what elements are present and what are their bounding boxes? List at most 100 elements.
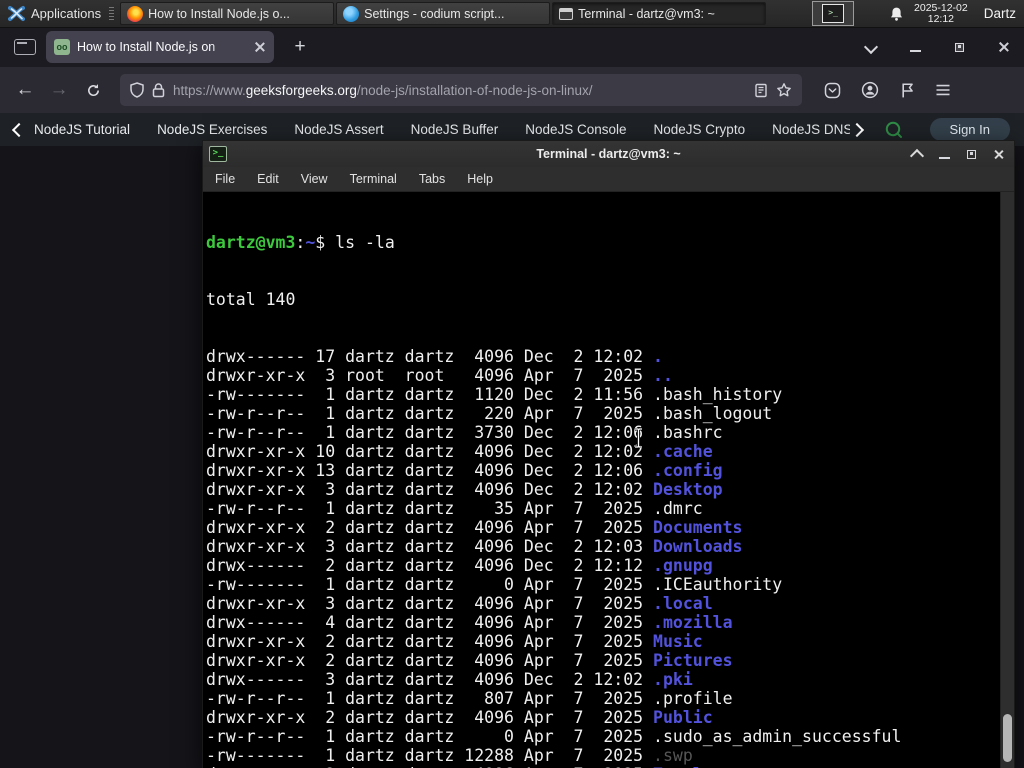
maximize-icon[interactable] [967, 149, 976, 159]
file-name: .profile [653, 689, 733, 708]
file-meta: -rw------- 1 dartz dartz 0 Apr 7 2025 [206, 575, 654, 594]
new-tab-button[interactable]: + [288, 36, 312, 58]
file-meta: -rw-r--r-- 1 dartz dartz 807 Apr 7 2025 [206, 689, 654, 708]
file-meta: drwxr-xr-x 2 dartz dartz 4096 Apr 7 2025 [206, 651, 654, 670]
file-row: -rw-r--r-- 1 dartz dartz 220 Apr 7 2025 … [206, 404, 998, 423]
browser-tab-active[interactable]: oo How to Install Node.js on [46, 31, 274, 63]
gfg-nav-link[interactable]: NodeJS Buffer [411, 122, 499, 137]
menu-file[interactable]: File [215, 172, 235, 186]
file-meta: -rw------- 1 dartz dartz 1120 Dec 2 11:5… [206, 385, 654, 404]
file-meta: drwxr-xr-x 3 dartz dartz 4096 Dec 2 12:0… [206, 537, 654, 556]
file-row: drwxr-xr-x 3 root root 4096 Apr 7 2025 .… [206, 366, 998, 385]
clock[interactable]: 2025-12-02 12:12 [914, 1, 968, 25]
back-icon[interactable]: ← [10, 79, 40, 101]
file-row: -rw-r--r-- 1 dartz dartz 35 Apr 7 2025 .… [206, 499, 998, 518]
ibeam-cursor [633, 427, 644, 453]
list-tabs-chevron-icon[interactable] [863, 39, 879, 55]
terminal-scrollbar[interactable] [1000, 192, 1014, 768]
menu-help[interactable]: Help [467, 172, 493, 186]
gfg-nav-link[interactable]: NodeJS DNS [772, 122, 849, 137]
url-bar[interactable]: https://www.geeksforgeeks.org/node-js/in… [120, 74, 802, 106]
reader-mode-icon[interactable] [754, 83, 768, 98]
shade-window-icon[interactable] [909, 148, 925, 164]
terminal-icon: >_ [822, 4, 845, 23]
scrollbar-thumb[interactable] [1003, 714, 1012, 762]
gfg-nav-link[interactable]: NodeJS Crypto [654, 122, 746, 137]
lock-icon[interactable] [152, 82, 165, 98]
file-meta: drwxr-xr-x 3 dartz dartz 4096 Apr 7 2025 [206, 594, 654, 613]
applications-label: Applications [31, 6, 102, 21]
tab-close-icon[interactable] [254, 41, 266, 53]
account-icon[interactable] [861, 81, 879, 99]
user-menu[interactable]: Dartz [978, 6, 1016, 21]
file-name: .config [653, 461, 723, 480]
taskbar-window-button[interactable]: Settings - codium script... [336, 2, 551, 25]
search-icon[interactable] [884, 120, 904, 140]
shield-icon[interactable] [130, 82, 144, 98]
file-name: .gnupg [653, 556, 713, 575]
file-row: drwxr-xr-x 10 dartz dartz 4096 Dec 2 12:… [206, 442, 998, 461]
gfg-nav-link[interactable]: NodeJS Tutorial [34, 122, 130, 137]
prompt-line: dartz@vm3:~$ ls -la [206, 233, 395, 252]
menu-view[interactable]: View [301, 172, 328, 186]
file-row: -rw-r--r-- 1 dartz dartz 807 Apr 7 2025 … [206, 689, 998, 708]
applications-menu-button[interactable]: Applications [0, 0, 109, 27]
xubuntu-logo-icon [8, 5, 25, 22]
file-meta: drwx------ 2 dartz dartz 4096 Dec 2 12:1… [206, 556, 654, 575]
file-meta: drwx------ 17 dartz dartz 4096 Dec 2 12:… [206, 347, 654, 366]
file-row: drwx------ 4 dartz dartz 4096 Apr 7 2025… [206, 613, 998, 632]
file-row: drwxr-xr-x 2 dartz dartz 4096 Apr 7 2025… [206, 632, 998, 651]
tab-title: How to Install Node.js on [77, 40, 216, 54]
extensions-icon[interactable] [899, 82, 915, 99]
command-text: ls -la [335, 233, 395, 252]
file-row: drwxr-xr-x 2 dartz dartz 4096 Apr 7 2025… [206, 708, 998, 727]
menu-icon[interactable] [935, 83, 951, 97]
terminal-menubar: File Edit View Terminal Tabs Help [203, 167, 1014, 192]
taskbar-window-button[interactable]: Terminal - dartz@vm3: ~ [552, 2, 767, 25]
file-row: -rw------- 1 dartz dartz 12288 Apr 7 202… [206, 746, 998, 765]
panel-grip [109, 6, 115, 21]
pocket-icon[interactable] [824, 82, 841, 99]
terminal-output[interactable]: dartz@vm3:~$ ls -la total 140 drwx------… [203, 192, 1014, 768]
chevron-right-icon[interactable] [849, 122, 864, 137]
menu-edit[interactable]: Edit [257, 172, 279, 186]
file-name: .dmrc [653, 499, 703, 518]
forward-icon[interactable]: → [44, 79, 74, 101]
file-meta: -rw------- 1 dartz dartz 12288 Apr 7 202… [206, 746, 654, 765]
chevron-left-icon[interactable] [11, 122, 27, 137]
file-name: .bashrc [653, 423, 723, 442]
close-icon[interactable] [993, 149, 1004, 160]
file-meta: drwxr-xr-x 2 dartz dartz 4096 Apr 7 2025 [206, 708, 654, 727]
clock-date: 2025-12-02 [914, 1, 968, 14]
gfg-nav-link[interactable]: NodeJS Console [525, 122, 626, 137]
url-text: https://www.geeksforgeeks.org/node-js/in… [173, 82, 593, 98]
file-name: Public [653, 708, 713, 727]
bookmark-star-icon[interactable] [776, 82, 792, 98]
terminal-titlebar[interactable]: >_ Terminal - dartz@vm3: ~ [203, 141, 1014, 167]
menu-tabs[interactable]: Tabs [419, 172, 445, 186]
file-meta: -rw-r--r-- 1 dartz dartz 0 Apr 7 2025 [206, 727, 654, 746]
gfg-nav-link[interactable]: NodeJS Assert [294, 122, 383, 137]
file-row: drwx------ 3 dartz dartz 4096 Dec 2 12:0… [206, 670, 998, 689]
window-close-icon[interactable] [998, 41, 1010, 53]
minimize-icon[interactable] [939, 157, 950, 159]
prompt-user-host: dartz@vm3 [206, 233, 296, 252]
prompt-cwd: ~ [305, 233, 316, 252]
gfg-nav-link[interactable]: NodeJS Exercises [157, 122, 267, 137]
taskbar: Applications How to Install Node.js o...… [0, 0, 1024, 28]
sign-in-button[interactable]: Sign In [929, 118, 1010, 141]
taskbar-window-button[interactable]: How to Install Node.js o... [120, 2, 335, 25]
terminal-title: Terminal - dartz@vm3: ~ [536, 147, 681, 161]
window-maximize-icon[interactable] [955, 42, 964, 52]
reload-icon[interactable] [78, 83, 108, 98]
file-row: -rw------- 1 dartz dartz 0 Apr 7 2025 .I… [206, 575, 998, 594]
gfg-nav-items: NodeJS Tutorial NodeJS Exercises NodeJS As… [34, 122, 850, 137]
workspace-pager[interactable]: >_ [812, 1, 855, 26]
system-tray: 2025-12-02 12:12 Dartz [889, 1, 1024, 25]
menu-terminal[interactable]: Terminal [350, 172, 397, 186]
taskbar-window-label: Terminal - dartz@vm3: ~ [578, 6, 715, 21]
window-minimize-icon[interactable] [910, 50, 921, 52]
bell-icon[interactable] [889, 6, 904, 22]
file-name: .swp [653, 746, 693, 765]
firefox-view-icon[interactable] [14, 39, 36, 55]
